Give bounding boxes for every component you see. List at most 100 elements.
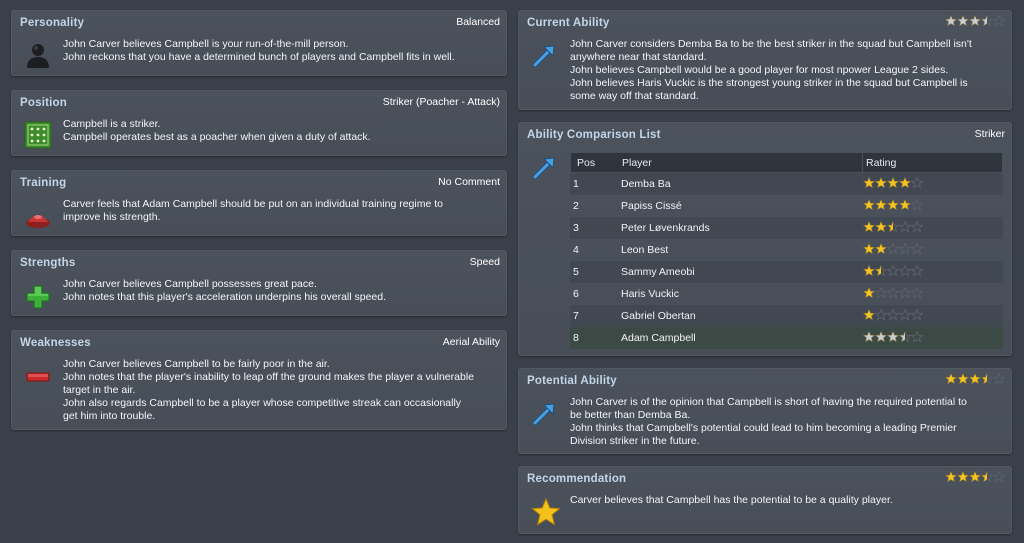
panel-body: Campbell is a striker. Campbell operates… [63,118,498,144]
panel-value: Balanced [456,16,500,28]
table-row[interactable]: 8 Adam Campbell [570,327,1003,349]
column-header-rating[interactable]: Rating [862,153,1002,172]
arrow-up-right-icon [531,153,559,181]
table-row[interactable]: 7 Gabriel Obertan [570,305,1003,327]
arrow-up-right-icon [531,399,559,427]
panel-title: Personality [20,17,85,29]
text-line: John Carver believes Campbell is your ru… [63,38,349,50]
star-rating [944,14,1006,30]
weaknesses-panel: Weaknesses Aerial Ability John Carver be… [11,330,507,430]
recommendation-panel: Recommendation Carver believes that Camp… [518,466,1012,534]
column-header-pos[interactable]: Pos [571,157,622,169]
row-star-rating [861,285,1003,302]
panel-title: Training [20,177,67,189]
panel-body: John Carver considers Demba Ba to be the… [570,38,1003,103]
panel-body: John Carver believes Campbell is your ru… [63,38,498,64]
text-line: Campbell is a striker. [63,118,161,130]
text-line: John notes that this player's accelerati… [63,291,387,303]
position-panel: Position Striker (Poacher - Attack) Camp… [11,90,507,156]
panel-value: Striker [974,128,1005,140]
training-cone-icon [24,205,52,233]
minus-icon [24,363,52,391]
row-pos: 4 [573,244,579,256]
star-icon [531,497,561,526]
panel-body: Carver believes that Campbell has the po… [570,494,1003,507]
text-line: John also regards Campbell to be a playe… [63,397,462,409]
row-pos: 6 [573,288,579,300]
row-pos: 5 [573,266,579,278]
panel-body: John Carver is of the opinion that Campb… [570,396,1003,448]
personality-panel: Personality Balanced John Carver believe… [11,10,507,76]
text-line: improve his strength. [63,211,161,223]
text-line: Division striker in the future. [570,435,700,447]
table-row[interactable]: 6 Haris Vuckic [570,283,1003,305]
panel-value: Striker (Poacher - Attack) [382,96,500,108]
ability-comparison-table: Pos Player Rating 1 Demba Ba 2 Papiss Cissé… [570,152,1003,349]
text-line: John Carver believes Campbell to be fair… [63,358,330,370]
panel-title: Position [20,97,67,109]
text-line: anywhere near that standard. [570,51,707,63]
text-line: Carver believes that Campbell has the po… [570,494,893,506]
row-pos: 7 [573,310,579,322]
panel-body: John Carver believes Campbell possesses … [63,278,498,304]
column-header-player[interactable]: Player [622,157,862,169]
row-player-name[interactable]: Gabriel Obertan [621,310,861,322]
text-line: John Carver believes Campbell possesses … [63,278,317,290]
row-player-name[interactable]: Adam Campbell [621,332,861,344]
person-silhouette-icon [24,41,52,69]
panel-title: Ability Comparison List [527,129,661,141]
row-star-rating [861,197,1003,214]
text-line: be better than Demba Ba. [570,409,691,421]
row-player-name[interactable]: Demba Ba [621,178,861,190]
table-row[interactable]: 1 Demba Ba [570,173,1003,195]
text-line: Carver feels that Adam Campbell should b… [63,198,443,210]
text-line: get him into trouble. [63,410,156,422]
text-line: John believes Haris Vuckic is the strong… [570,77,968,89]
text-line: John thinks that Campbell's potential co… [570,422,957,434]
row-player-name[interactable]: Peter Løvenkrands [621,222,861,234]
row-pos: 8 [573,332,579,344]
table-row[interactable]: 2 Papiss Cissé [570,195,1003,217]
potential-ability-panel: Potential Ability John Carver is of the … [518,368,1012,454]
panel-body: Carver feels that Adam Campbell should b… [63,198,498,224]
row-star-rating [861,329,1003,346]
panel-title: Current Ability [527,17,610,29]
row-player-name[interactable]: Sammy Ameobi [621,266,861,278]
panel-title: Recommendation [527,473,627,485]
arrow-up-right-icon [531,41,559,69]
star-rating [944,470,1006,486]
text-line: Campbell operates best as a poacher when… [63,131,371,143]
panel-value: Aerial Ability [442,336,500,348]
training-panel: Training No Comment Carver feels that Ad… [11,170,507,236]
text-line: target in the air. [63,384,136,396]
text-line: John reckons that you have a determined … [63,51,455,63]
text-line: some way off that standard. [570,90,699,102]
pitch-formation-icon [24,121,52,149]
row-pos: 2 [573,200,579,212]
panel-title: Weaknesses [20,337,91,349]
star-rating [944,372,1006,388]
row-player-name[interactable]: Haris Vuckic [621,288,861,300]
text-line: John Carver considers Demba Ba to be the… [570,38,972,50]
row-pos: 3 [573,222,579,234]
panel-title: Potential Ability [527,375,617,387]
row-player-name[interactable]: Leon Best [621,244,861,256]
table-row[interactable]: 4 Leon Best [570,239,1003,261]
panel-value: Speed [469,256,500,268]
row-player-name[interactable]: Papiss Cissé [621,200,861,212]
text-line: John believes Campbell would be a good p… [570,64,949,76]
panel-value: No Comment [438,176,500,188]
row-star-rating [861,219,1003,236]
panel-title: Strengths [20,257,76,269]
table-header: Pos Player Rating [570,152,1003,173]
row-star-rating [861,307,1003,324]
row-star-rating [861,175,1003,192]
row-pos: 1 [573,178,579,190]
row-star-rating [861,263,1003,280]
row-star-rating [861,241,1003,258]
text-line: John Carver is of the opinion that Campb… [570,396,967,408]
table-row[interactable]: 5 Sammy Ameobi [570,261,1003,283]
table-row[interactable]: 3 Peter Løvenkrands [570,217,1003,239]
panel-body: John Carver believes Campbell to be fair… [63,358,498,423]
strengths-panel: Strengths Speed John Carver believes Cam… [11,250,507,316]
